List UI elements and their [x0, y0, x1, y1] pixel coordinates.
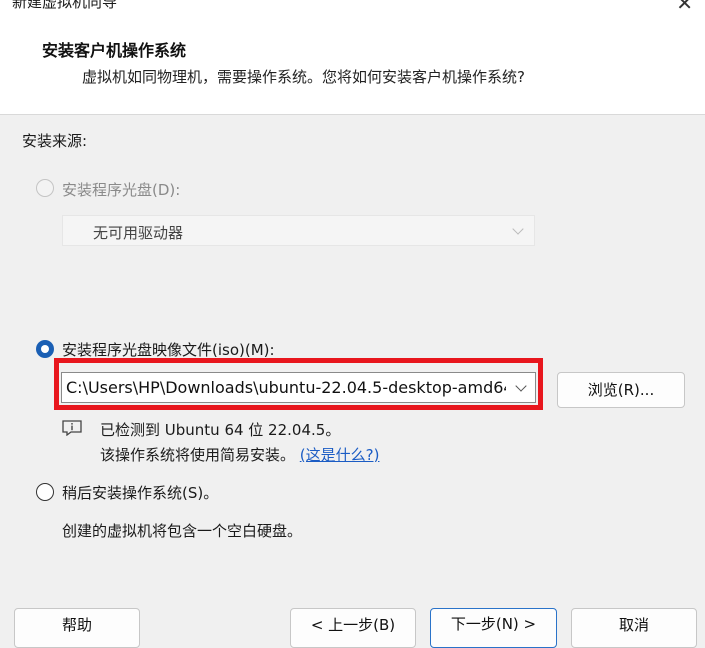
browse-button-label: 浏览(R)...: [587, 381, 655, 399]
detection-text: 已检测到 Ubuntu 64 位 22.04.5。: [100, 421, 341, 439]
drive-select-value: 无可用驱动器: [93, 224, 184, 242]
iso-option-label: 安装程序光盘映像文件(iso)(M):: [62, 341, 275, 359]
chevron-down-icon[interactable]: [515, 380, 527, 392]
next-button-label: 下一步(N) >: [450, 615, 537, 633]
next-button[interactable]: 下一步(N) >: [430, 608, 557, 648]
page-title: 安装客户机操作系统: [42, 41, 187, 60]
easy-install-text: 该操作系统将使用简易安装。: [100, 446, 296, 464]
window-title: 新建虚拟机向导: [12, 0, 118, 11]
install-source-label: 安装来源:: [22, 132, 88, 150]
disc-radio[interactable]: [36, 179, 54, 197]
install-later-radio[interactable]: [36, 483, 54, 501]
easy-install-line: 该操作系统将使用简易安装。 (这是什么?): [100, 444, 379, 465]
chevron-down-icon: [512, 223, 524, 235]
close-icon[interactable]: ✕: [676, 0, 693, 16]
cancel-button[interactable]: 取消: [571, 608, 697, 648]
iso-path-combo[interactable]: C:\Users\HP\Downloads\ubuntu-22.04.5-des…: [61, 372, 536, 403]
iso-path-value: C:\Users\HP\Downloads\ubuntu-22.04.5-des…: [66, 378, 506, 397]
whats-this-link[interactable]: (这是什么?): [300, 446, 380, 464]
back-button-label: < 上一步(B): [310, 616, 396, 634]
wizard-header: 安装客户机操作系统 虚拟机如同物理机，需要操作系统。您将如何安装客户机操作系统?: [0, 16, 705, 115]
back-button[interactable]: < 上一步(B): [290, 608, 416, 648]
blank-disk-note: 创建的虚拟机将包含一个空白硬盘。: [62, 522, 303, 540]
install-later-label: 稍后安装操作系统(S)。: [62, 484, 219, 502]
iso-radio[interactable]: [36, 340, 54, 358]
help-button[interactable]: 帮助: [14, 608, 140, 648]
help-button-label: 帮助: [61, 616, 92, 634]
title-bar: 新建虚拟机向导 ✕: [0, 0, 705, 16]
info-icon: [62, 420, 82, 436]
disc-option-label: 安装程序光盘(D):: [62, 181, 181, 199]
drive-select[interactable]: 无可用驱动器: [62, 215, 535, 246]
page-subtitle: 虚拟机如同物理机，需要操作系统。您将如何安装客户机操作系统?: [82, 68, 525, 86]
browse-button[interactable]: 浏览(R)...: [557, 372, 685, 408]
cancel-button-label: 取消: [618, 616, 649, 634]
